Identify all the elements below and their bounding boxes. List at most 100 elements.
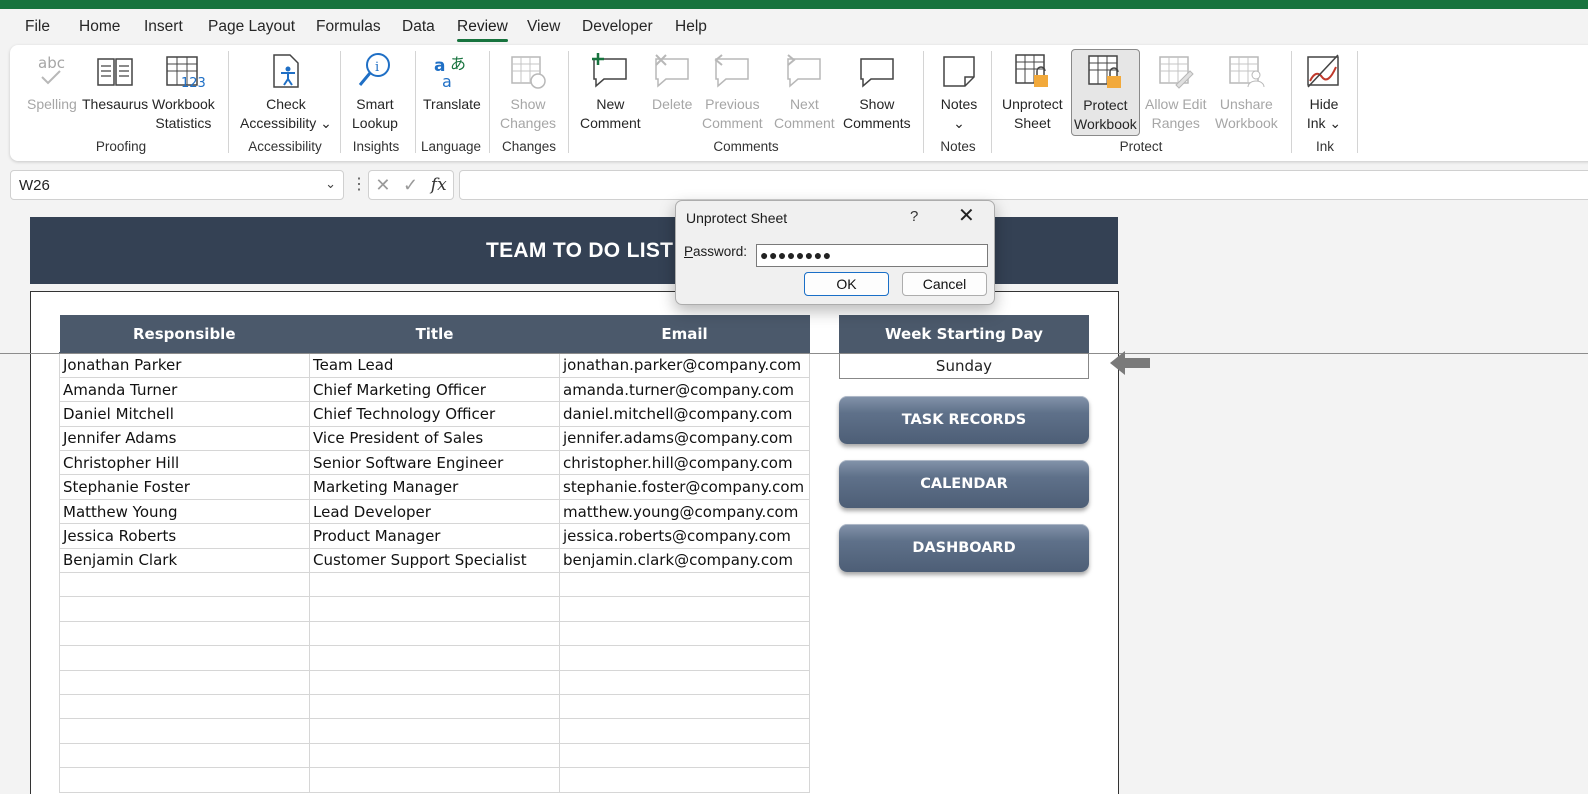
column-header-responsible[interactable]: Responsible [59,315,310,353]
cell-title[interactable] [309,596,560,622]
cell-responsible[interactable] [59,718,310,744]
cell-responsible[interactable]: Daniel Mitchell [59,401,310,427]
smart-lookup-button[interactable]: i Smart Lookup [352,49,398,132]
column-header-email[interactable]: Email [559,315,810,353]
cell-title[interactable]: Chief Technology Officer [309,401,560,427]
cell-title[interactable] [309,742,560,769]
next-comment-button[interactable]: Next Comment [774,49,835,132]
show-changes-button[interactable]: Show Changes [500,49,556,132]
cancel-button[interactable]: Cancel [902,272,987,296]
cell-responsible[interactable]: Jennifer Adams [59,425,310,452]
confirm-icon[interactable]: ✓ [403,175,418,196]
cancel-icon[interactable]: ✕ [375,175,390,196]
cell-email[interactable] [559,596,810,622]
tab-home[interactable]: Home [79,18,120,36]
tab-data[interactable]: Data [402,18,435,36]
formula-input[interactable] [459,170,1588,200]
tab-formulas[interactable]: Formulas [316,18,381,36]
cell-title[interactable] [309,572,560,598]
cell-responsible[interactable]: Benjamin Clark [59,547,310,574]
show-comments-button[interactable]: Show Comments [843,49,911,132]
name-box[interactable]: W26 ⌄ [10,170,344,200]
cell-responsible[interactable] [59,596,310,622]
cell-responsible[interactable] [59,645,310,671]
cell-responsible[interactable] [59,767,310,793]
password-input[interactable]: ●●●●●●●● [756,244,988,267]
tab-review[interactable]: Review [457,18,508,42]
cell-email[interactable] [559,718,810,744]
help-icon[interactable]: ? [910,208,918,225]
cell-responsible[interactable] [59,693,310,720]
cell-email[interactable]: jessica.roberts@company.com [559,523,810,549]
cell-email[interactable]: matthew.young@company.com [559,498,810,525]
chevron-down-icon[interactable]: ⌄ [325,176,336,192]
workbook-statistics-button[interactable]: 123 Workbook Statistics [152,49,215,132]
tab-file[interactable]: File [25,18,50,36]
unprotect-sheet-button[interactable]: Unprotect Sheet [1002,49,1063,132]
cell-responsible[interactable]: Amanda Turner [59,376,310,403]
cell-title[interactable] [309,693,560,720]
cell-email[interactable]: christopher.hill@company.com [559,450,810,476]
cell-email[interactable] [559,669,810,695]
cell-email[interactable]: jennifer.adams@company.com [559,425,810,452]
more-options-icon[interactable]: ⋮ [351,174,367,194]
notes-button[interactable]: Notes ⌄ [939,49,979,132]
ok-button[interactable]: OK [804,272,889,296]
cell-title[interactable]: Marketing Manager [309,474,560,500]
calendar-button[interactable]: CALENDAR [839,460,1089,508]
cell-title[interactable]: Chief Marketing Officer [309,376,560,403]
allow-edit-ranges-button[interactable]: Allow Edit Ranges [1145,49,1206,132]
protect-workbook-button[interactable]: Protect Workbook [1071,49,1140,136]
unshare-workbook-button[interactable]: Unshare Workbook [1215,49,1278,132]
cell-email[interactable]: benjamin.clark@company.com [559,547,810,574]
cell-email[interactable]: stephanie.foster@company.com [559,474,810,500]
new-comment-button[interactable]: New Comment [580,49,641,132]
cell-title[interactable]: Vice President of Sales [309,425,560,452]
cell-title[interactable] [309,718,560,744]
cell-email[interactable]: daniel.mitchell@company.com [559,401,810,427]
cell-responsible[interactable] [59,572,310,598]
cell-responsible[interactable]: Jessica Roberts [59,523,310,549]
cell-email[interactable] [559,620,810,647]
cell-title[interactable] [309,669,560,695]
cell-email[interactable]: amanda.turner@company.com [559,376,810,403]
cell-title[interactable]: Customer Support Specialist [309,547,560,574]
delete-comment-button[interactable]: Delete [652,49,692,114]
thesaurus-button[interactable]: Thesaurus [82,49,148,114]
cell-title[interactable]: Senior Software Engineer [309,450,560,476]
spelling-button[interactable]: abc Spelling [27,49,77,114]
cell-responsible[interactable]: Matthew Young [59,498,310,525]
cell-title[interactable] [309,620,560,647]
cell-email[interactable]: jonathan.parker@company.com [559,351,810,378]
tab-view[interactable]: View [527,18,560,36]
insert-function-icon[interactable]: fx [431,175,447,195]
previous-comment-button[interactable]: Previous Comment [702,49,763,132]
cell-responsible[interactable]: Stephanie Foster [59,474,310,500]
cell-title[interactable]: Product Manager [309,523,560,549]
cell-responsible[interactable] [59,742,310,769]
translate-button[interactable]: aあa Translate [423,49,481,114]
cell-title[interactable]: Lead Developer [309,498,560,525]
cell-email[interactable] [559,767,810,793]
close-icon[interactable]: ✕ [958,206,975,226]
cell-responsible[interactable] [59,620,310,647]
check-accessibility-button[interactable]: Check Accessibility ⌄ [240,49,332,132]
cell-email[interactable] [559,645,810,671]
cell-email[interactable] [559,742,810,769]
cell-responsible[interactable]: Jonathan Parker [59,351,310,378]
tab-page-layout[interactable]: Page Layout [208,18,295,36]
dashboard-button[interactable]: DASHBOARD [839,524,1089,572]
week-starting-day-value[interactable]: Sunday [839,353,1089,379]
tab-insert[interactable]: Insert [144,18,183,36]
cell-title[interactable] [309,645,560,671]
hide-ink-button[interactable]: Hide Ink ⌄ [1304,49,1344,132]
task-records-button[interactable]: TASK RECORDS [839,396,1089,444]
cell-title[interactable]: Team Lead [309,351,560,378]
column-header-title[interactable]: Title [309,315,560,353]
tab-help[interactable]: Help [675,18,707,36]
tab-developer[interactable]: Developer [582,18,653,36]
cell-responsible[interactable] [59,669,310,695]
cell-responsible[interactable]: Christopher Hill [59,450,310,476]
cell-email[interactable] [559,572,810,598]
cell-title[interactable] [309,767,560,793]
